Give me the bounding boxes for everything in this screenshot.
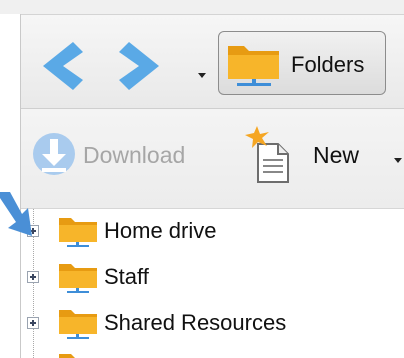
folders-button[interactable]: Folders [218, 31, 386, 95]
tree-item-label: Home drive [104, 218, 217, 243]
network-folder-icon [59, 218, 97, 247]
tree-item-shared-resources[interactable]: Shared Resources [21, 303, 404, 343]
new-document-icon[interactable] [243, 126, 297, 184]
network-folder-icon [228, 46, 279, 86]
tree-item-label: Staff [104, 264, 149, 289]
tree-item-staff[interactable]: Staff [21, 257, 404, 297]
pointer-arrow-icon [0, 192, 32, 236]
expand-toggle-icon[interactable] [27, 271, 39, 283]
navigation-toolbar: Folders [21, 14, 404, 109]
history-dropdown-arrow[interactable] [198, 73, 206, 78]
download-icon[interactable] [31, 131, 77, 177]
network-folder-icon [59, 264, 97, 293]
network-folder-icon [59, 310, 97, 339]
network-folder-icon [59, 354, 75, 358]
file-browser-panel: Folders Download New Home drive Staff Sh… [20, 14, 404, 358]
download-button[interactable]: Download [83, 142, 185, 169]
window-title-strip [0, 0, 404, 14]
new-dropdown-arrow[interactable] [394, 158, 402, 163]
action-toolbar: Download New [21, 109, 404, 209]
forward-arrow-icon[interactable] [113, 40, 165, 92]
back-arrow-icon[interactable] [37, 40, 89, 92]
folders-button-label: Folders [291, 52, 365, 77]
expand-toggle-icon[interactable] [27, 317, 39, 329]
tree-item-label: Shared Resources [104, 310, 287, 335]
tree-item-home-drive[interactable]: Home drive [21, 211, 404, 251]
new-button[interactable]: New [313, 142, 359, 169]
